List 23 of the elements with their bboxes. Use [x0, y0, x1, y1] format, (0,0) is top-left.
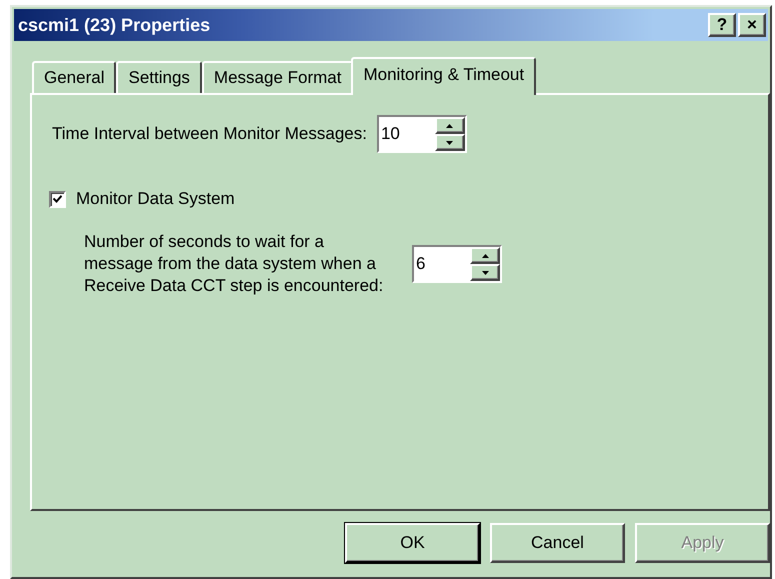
spin-down-button[interactable] — [434, 134, 465, 151]
check-icon — [53, 195, 62, 203]
monitor-checkbox[interactable]: Monitor Data System — [49, 189, 768, 209]
window-title: cscmi1 (23) Properties — [18, 14, 212, 36]
down-arrow-icon — [482, 270, 488, 274]
dialog-button[interactable]: Cancel — [490, 523, 625, 563]
spin-up-button[interactable] — [434, 117, 465, 134]
wait-label: Number of seconds to wait for a message from the data system when a Receive Data CCT step is encountered: — [84, 231, 384, 297]
up-arrow-icon — [482, 254, 488, 258]
spin-down-button[interactable] — [470, 264, 500, 281]
tab[interactable]: General — [32, 61, 116, 93]
help-button[interactable]: ? — [708, 13, 736, 37]
up-arrow-icon — [446, 124, 454, 128]
tab[interactable]: Monitoring & Timeout — [351, 57, 536, 95]
spin-up-button[interactable] — [470, 247, 500, 264]
number-spin-field[interactable]: 10 — [376, 115, 467, 153]
close-button[interactable]: × — [738, 13, 766, 37]
down-arrow-icon — [446, 140, 454, 144]
number-spin-field[interactable]: 6 — [412, 245, 502, 283]
interval-label: Time Interval between Monitor Messages: — [52, 124, 367, 144]
tab[interactable]: Message Format — [202, 61, 354, 93]
dialog-button[interactable]: OK — [345, 523, 480, 563]
tab[interactable]: Settings — [116, 61, 202, 93]
